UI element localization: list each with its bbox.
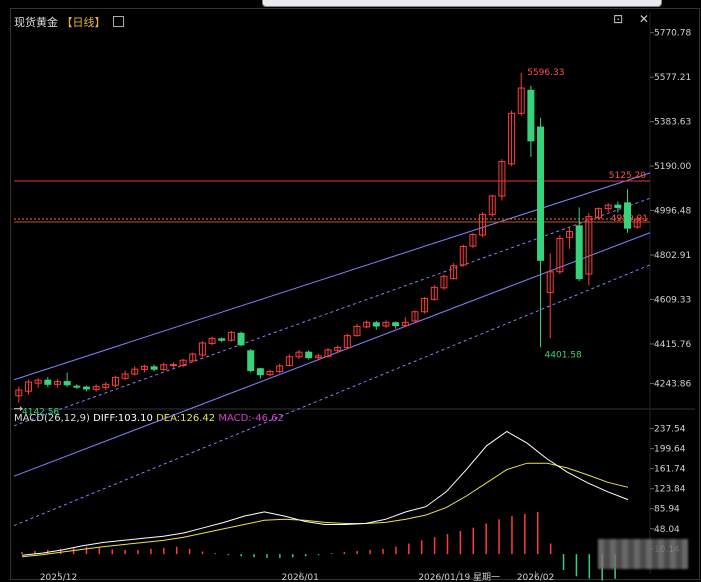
- candle-body: [150, 366, 158, 370]
- candle-body: [372, 322, 380, 327]
- macd-tick-label: 161.74: [654, 465, 686, 475]
- macd-tick-label: 85.94: [654, 505, 680, 515]
- y-tick-label: 5577.21: [654, 73, 691, 83]
- candle-body: [82, 386, 90, 390]
- y-tick-label: 4802.91: [654, 251, 691, 261]
- macd-tick-label: 48.04: [654, 525, 680, 535]
- x-tick-label: 2026/01/19 星期一: [418, 572, 500, 582]
- x-tick-label: 2026/01: [282, 573, 319, 582]
- start-low-annotation: 4142.58: [22, 408, 59, 418]
- candle-body: [575, 225, 583, 280]
- candle-body: [537, 126, 545, 261]
- candle-body: [392, 322, 400, 327]
- candle-body: [63, 381, 71, 386]
- channel-line: [13, 264, 651, 527]
- macd-tick-label: 199.64: [654, 445, 686, 455]
- candle-body: [624, 202, 632, 229]
- candle-body: [218, 338, 226, 341]
- candle-body: [44, 379, 52, 385]
- y-tick-label: 5190.00: [654, 162, 691, 172]
- y-tick-label: 5770.78: [654, 29, 691, 39]
- candle-body: [305, 351, 313, 359]
- resistance-label: 5125.20: [609, 171, 646, 181]
- candle-body: [247, 350, 255, 372]
- x-tick-label: 2026/02: [517, 573, 554, 582]
- candle-body: [169, 364, 177, 367]
- candle-body: [256, 368, 264, 376]
- arrow-icon: [14, 406, 24, 412]
- y-tick-label: 4996.48: [654, 207, 691, 217]
- candle-body: [237, 332, 245, 346]
- chart-canvas[interactable]: 5770.78 5577.21 5383.63 5190.00 4996.48 4802.…: [0, 0, 701, 582]
- y-tick-label: 4609.33: [654, 295, 691, 305]
- high-annotation: 5596.33: [527, 68, 564, 78]
- channel-line: [13, 172, 651, 381]
- y-tick-label: 4415.76: [654, 340, 691, 350]
- y-tick-label: 4243.86: [654, 379, 691, 389]
- candle-body: [527, 89, 535, 142]
- channel-line: [13, 197, 651, 427]
- low-annotation: 4401.58: [545, 350, 582, 360]
- macd-tick-label: 123.84: [654, 485, 686, 495]
- candle-body: [73, 385, 81, 388]
- macd-tick-label: 237.54: [654, 425, 686, 435]
- y-tick-label: 5383.63: [654, 118, 691, 128]
- blurred-watermark: [598, 539, 688, 569]
- candle-body: [614, 204, 622, 208]
- x-tick-label: 2025/12: [40, 573, 77, 582]
